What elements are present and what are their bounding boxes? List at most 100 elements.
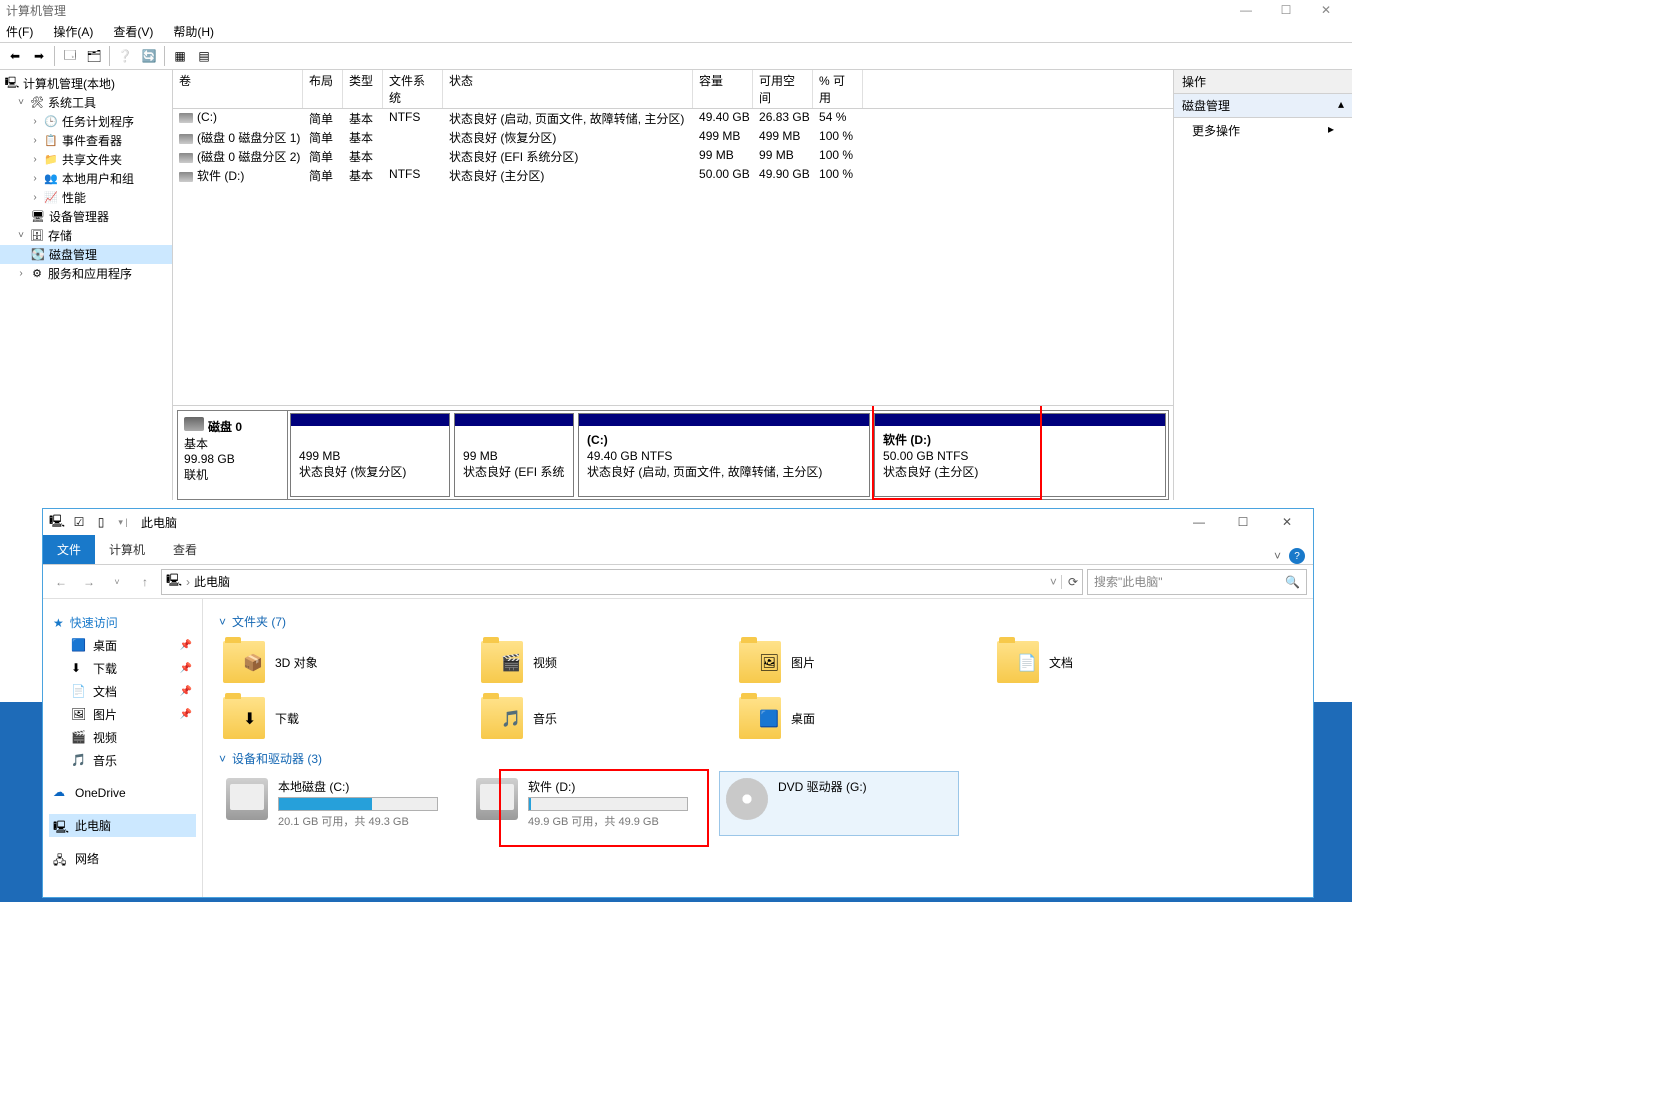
- folder-label: 图片: [791, 654, 815, 671]
- col-status[interactable]: 状态: [443, 70, 693, 108]
- help-icon[interactable]: ❔: [114, 45, 136, 67]
- disk-row[interactable]: 磁盘 0 基本 99.98 GB 联机 499 MB状态良好 (恢复分区) 99…: [177, 410, 1169, 500]
- actions-section[interactable]: 磁盘管理▴: [1174, 94, 1352, 118]
- col-volume[interactable]: 卷: [173, 70, 303, 108]
- forward-button[interactable]: →: [77, 570, 101, 594]
- back-icon[interactable]: ⬅: [4, 45, 26, 67]
- nav-network[interactable]: 🖧网络: [49, 847, 196, 870]
- nav-videos[interactable]: 🎬视频: [49, 726, 196, 749]
- toolbar-icon[interactable]: ▦: [169, 45, 191, 67]
- title-bar[interactable]: 计算机管理 — ☐ ✕: [0, 0, 1352, 20]
- folder-item[interactable]: 🟦桌面: [735, 690, 993, 746]
- disk-partition[interactable]: 软件 (D:)50.00 GB NTFS状态良好 (主分区): [874, 413, 1166, 497]
- tab-computer[interactable]: 计算机: [95, 535, 159, 564]
- group-folders-header[interactable]: ˅文件夹 (7): [219, 609, 1297, 634]
- nav-documents[interactable]: 📄文档📌: [49, 680, 196, 703]
- folder-item[interactable]: 📦3D 对象: [219, 634, 477, 690]
- close-button[interactable]: ✕: [1265, 509, 1309, 535]
- folder-item[interactable]: 🎬视频: [477, 634, 735, 690]
- search-box[interactable]: 搜索"此电脑" 🔍: [1087, 569, 1307, 595]
- recent-dropdown[interactable]: ˅: [105, 570, 129, 594]
- tab-file[interactable]: 文件: [43, 535, 95, 564]
- tree-system-tools[interactable]: ˅🛠系统工具: [0, 93, 172, 112]
- tree-local-users[interactable]: ›👥本地用户和组: [0, 169, 172, 188]
- maximize-button[interactable]: ☐: [1221, 509, 1265, 535]
- tree-performance[interactable]: ›📈性能: [0, 188, 172, 207]
- menu-file[interactable]: 件(F): [2, 21, 37, 42]
- tab-view[interactable]: 查看: [159, 535, 211, 564]
- tree-disk-management[interactable]: 💽磁盘管理: [0, 245, 172, 264]
- search-icon[interactable]: 🔍: [1285, 575, 1300, 589]
- close-button[interactable]: ✕: [1306, 0, 1346, 20]
- dropdown-icon[interactable]: ˅: [1050, 575, 1057, 589]
- music-icon: 🎵: [71, 753, 87, 769]
- tree-storage[interactable]: ˅🗄存储: [0, 226, 172, 245]
- volume-row[interactable]: 软件 (D:)简单基本NTFS状态良好 (主分区)50.00 GB49.90 G…: [173, 166, 1173, 185]
- computer-management-window: 计算机管理 — ☐ ✕ 件(F) 操作(A) 查看(V) 帮助(H) ⬅ ➡ 🗔…: [0, 0, 1352, 500]
- tree-device-manager[interactable]: 🖥设备管理器: [0, 207, 172, 226]
- disk-info[interactable]: 磁盘 0 基本 99.98 GB 联机: [178, 411, 288, 499]
- col-layout[interactable]: 布局: [303, 70, 343, 108]
- menu-action[interactable]: 操作(A): [49, 21, 97, 42]
- nav-this-pc[interactable]: 🖳此电脑: [49, 814, 196, 837]
- col-free[interactable]: 可用空间: [753, 70, 813, 108]
- content-pane[interactable]: ˅文件夹 (7) 📦3D 对象🎬视频🖼图片📄文档⬇下载🎵音乐🟦桌面 ˅设备和驱动…: [203, 599, 1313, 897]
- volume-row[interactable]: (磁盘 0 磁盘分区 2)简单基本状态良好 (EFI 系统分区)99 MB99 …: [173, 147, 1173, 166]
- volume-row[interactable]: (C:)简单基本NTFS状态良好 (启动, 页面文件, 故障转储, 主分区)49…: [173, 109, 1173, 128]
- toolbar-icon[interactable]: ▤: [193, 45, 215, 67]
- disk-partition[interactable]: (C:)49.40 GB NTFS状态良好 (启动, 页面文件, 故障转储, 主…: [578, 413, 870, 497]
- qat-icon[interactable]: ▯: [91, 512, 111, 532]
- refresh-icon[interactable]: 🔄: [138, 45, 160, 67]
- maximize-button[interactable]: ☐: [1266, 0, 1306, 20]
- folder-item[interactable]: 🖼图片: [735, 634, 993, 690]
- toolbar-icon[interactable]: 🗂: [83, 45, 105, 67]
- col-capacity[interactable]: 容量: [693, 70, 753, 108]
- qat-dropdown-icon[interactable]: ▾ |: [113, 512, 133, 532]
- nav-pane[interactable]: ★快速访问 🟦桌面📌 ⬇下载📌 📄文档📌 🖼图片📌 🎬视频 🎵音乐 ☁OneDr…: [43, 599, 203, 897]
- tree-services-apps[interactable]: ›⚙服务和应用程序: [0, 264, 172, 283]
- nav-quick-access[interactable]: ★快速访问: [49, 611, 196, 634]
- up-button[interactable]: ↑: [133, 570, 157, 594]
- nav-onedrive[interactable]: ☁OneDrive: [49, 782, 196, 804]
- folder-item[interactable]: 🎵音乐: [477, 690, 735, 746]
- nav-desktop[interactable]: 🟦桌面📌: [49, 634, 196, 657]
- disk-partition[interactable]: 99 MB状态良好 (EFI 系统分: [454, 413, 574, 497]
- minimize-button[interactable]: —: [1226, 0, 1266, 20]
- minimize-button[interactable]: —: [1177, 509, 1221, 535]
- col-percent[interactable]: % 可用: [813, 70, 863, 108]
- collapse-icon[interactable]: ▴: [1338, 97, 1344, 114]
- volume-row[interactable]: (磁盘 0 磁盘分区 1)简单基本状态良好 (恢复分区)499 MB499 MB…: [173, 128, 1173, 147]
- actions-more[interactable]: 更多操作▸: [1174, 118, 1352, 143]
- nav-downloads[interactable]: ⬇下载📌: [49, 657, 196, 680]
- nav-music[interactable]: 🎵音乐: [49, 749, 196, 772]
- volume-icon: [179, 172, 193, 182]
- help-icon[interactable]: ?: [1289, 548, 1305, 564]
- drive-item[interactable]: 软件 (D:)49.9 GB 可用，共 49.9 GB: [469, 771, 709, 836]
- menu-help[interactable]: 帮助(H): [169, 21, 218, 42]
- tree-root[interactable]: 🖳计算机管理(本地): [0, 74, 172, 93]
- refresh-icon[interactable]: ⟳: [1061, 575, 1078, 589]
- disk-partition[interactable]: 499 MB状态良好 (恢复分区): [290, 413, 450, 497]
- tree-task-scheduler[interactable]: ›🕒任务计划程序: [0, 112, 172, 131]
- menu-view[interactable]: 查看(V): [109, 21, 157, 42]
- drive-item[interactable]: DVD 驱动器 (G:): [719, 771, 959, 836]
- nav-pictures[interactable]: 🖼图片📌: [49, 703, 196, 726]
- address-bar[interactable]: 🖳 › 此电脑 ˅ ⟳: [161, 569, 1083, 595]
- ribbon-expand-icon[interactable]: ˅: [1274, 549, 1281, 563]
- explorer-title-bar[interactable]: 🖳 ☑ ▯ ▾ | 此电脑 — ☐ ✕: [43, 509, 1313, 535]
- qat-icon[interactable]: ☑: [69, 512, 89, 532]
- col-type[interactable]: 类型: [343, 70, 383, 108]
- col-filesystem[interactable]: 文件系统: [383, 70, 443, 108]
- tree-shared-folders[interactable]: ›📁共享文件夹: [0, 150, 172, 169]
- forward-icon[interactable]: ➡: [28, 45, 50, 67]
- back-button[interactable]: ←: [49, 570, 73, 594]
- folder-item[interactable]: 📄文档: [993, 634, 1251, 690]
- folder-item[interactable]: ⬇下载: [219, 690, 477, 746]
- drive-item[interactable]: 本地磁盘 (C:)20.1 GB 可用，共 49.3 GB: [219, 771, 459, 836]
- breadcrumb[interactable]: 此电脑: [194, 573, 230, 590]
- network-icon: 🖧: [53, 851, 69, 867]
- toolbar-icon[interactable]: 🗔: [59, 45, 81, 67]
- volume-table[interactable]: 卷 布局 类型 文件系统 状态 容量 可用空间 % 可用 (C:)简单基本NTF…: [173, 70, 1173, 406]
- tree-event-viewer[interactable]: ›📋事件查看器: [0, 131, 172, 150]
- tree-panel[interactable]: 🖳计算机管理(本地) ˅🛠系统工具 ›🕒任务计划程序 ›📋事件查看器 ›📁共享文…: [0, 70, 173, 500]
